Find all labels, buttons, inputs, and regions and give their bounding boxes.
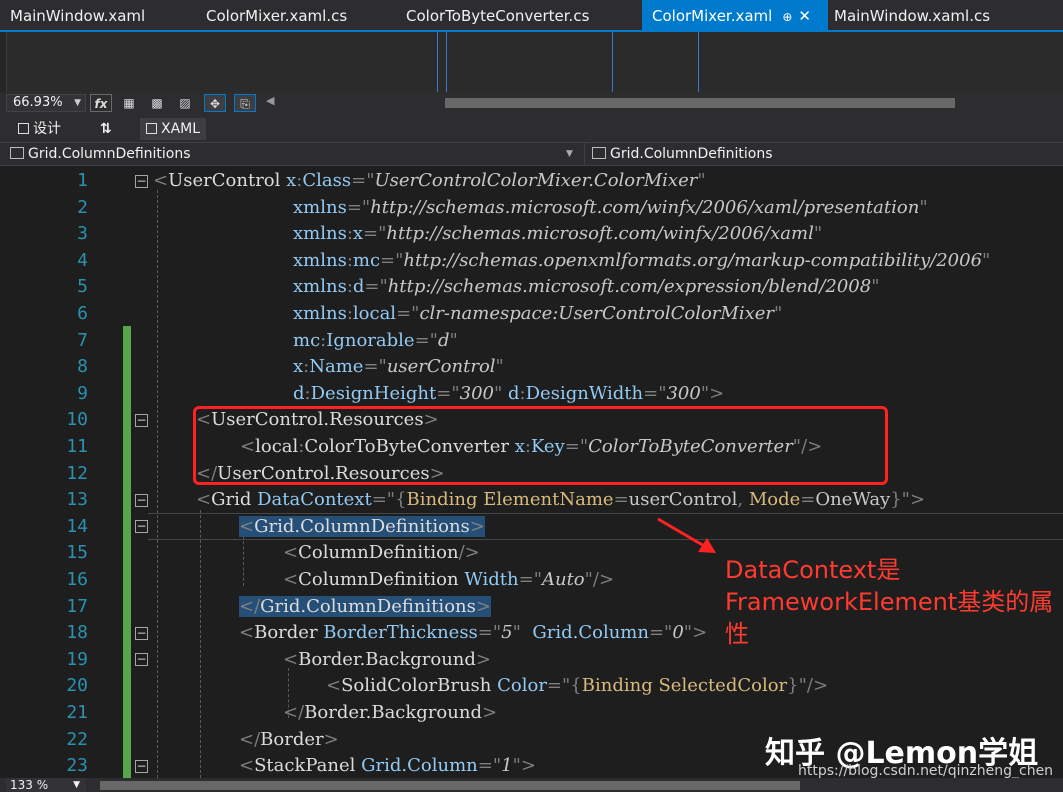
annotation-line: 性: [725, 620, 749, 648]
annotation-line: DataContext是: [725, 556, 901, 584]
annotation-text: DataContext是 FrameworkElement基类的属 性: [725, 554, 1060, 650]
annotation-arrow-icon: [657, 517, 716, 553]
editor-horizontal-scrollbar[interactable]: [100, 781, 800, 790]
editor-zoom-select[interactable]: 133 % ▼: [6, 778, 86, 792]
annotation-line: FrameworkElement基类的属: [725, 588, 1054, 616]
source-url: https://blog.csdn.net/qinzheng_chen: [798, 763, 1054, 779]
editor-status-bar: 133 % ▼: [0, 778, 1063, 792]
chevron-down-icon: ▼: [73, 780, 80, 790]
editor-zoom-value: 133 %: [10, 778, 49, 792]
